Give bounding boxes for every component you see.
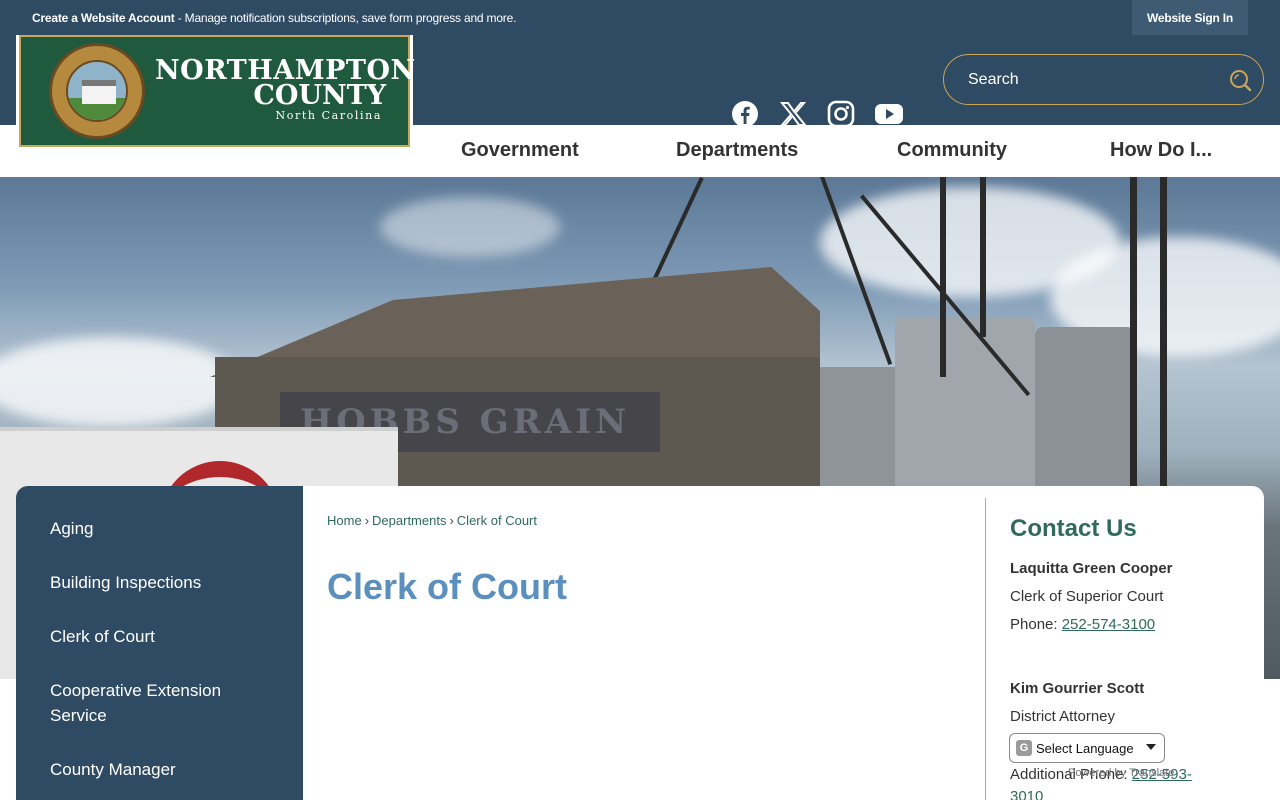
search-icon[interactable] bbox=[1228, 68, 1252, 92]
sidebar-item-clerk-of-court[interactable]: Clerk of Court bbox=[50, 624, 280, 649]
powered-by-translate: Powered by Translate bbox=[1068, 767, 1175, 779]
nav-departments[interactable]: Departments bbox=[676, 139, 798, 162]
nav-community[interactable]: Community bbox=[897, 139, 1007, 162]
content-divider bbox=[985, 498, 986, 800]
account-message: Create a Website Account - Manage notifi… bbox=[32, 11, 516, 25]
contact-us-heading: Contact Us bbox=[1010, 515, 1137, 542]
top-bar: Create a Website Account - Manage notifi… bbox=[0, 0, 1280, 36]
sidebar-item-county-manager[interactable]: County Manager bbox=[50, 757, 280, 782]
nav-government[interactable]: Government bbox=[461, 139, 579, 162]
breadcrumb-home[interactable]: Home bbox=[327, 513, 362, 528]
search-box bbox=[943, 54, 1264, 105]
breadcrumb-current[interactable]: Clerk of Court bbox=[457, 513, 537, 528]
account-message-text: - Manage notification subscriptions, sav… bbox=[174, 11, 517, 25]
contact-role: Clerk of Superior Court bbox=[1010, 588, 1164, 605]
language-select-label: Select Language bbox=[1036, 740, 1134, 756]
contact-role: District Attorney bbox=[1010, 708, 1116, 725]
sidebar-nav: Aging Building Inspections Clerk of Cour… bbox=[16, 486, 303, 800]
search-input[interactable] bbox=[968, 69, 1208, 91]
breadcrumb-separator: › bbox=[449, 513, 454, 528]
contact-name: Laquitta Green Cooper bbox=[1010, 560, 1173, 577]
chevron-down-icon bbox=[1146, 744, 1156, 750]
county-seal-icon bbox=[49, 43, 145, 139]
language-select[interactable]: G Select Language bbox=[1009, 733, 1165, 763]
nav-how-do-i[interactable]: How Do I... bbox=[1110, 139, 1212, 162]
google-translate-icon: G bbox=[1016, 740, 1032, 756]
website-sign-in-button[interactable]: Website Sign In bbox=[1132, 0, 1248, 35]
sidebar-item-aging[interactable]: Aging bbox=[50, 516, 280, 541]
logo-title-line2: COUNTY bbox=[253, 80, 386, 111]
breadcrumb-departments[interactable]: Departments bbox=[372, 513, 446, 528]
contact-phone: Phone: 252-574-3100 bbox=[1010, 616, 1155, 633]
phone-label: Phone: bbox=[1010, 616, 1062, 633]
sidebar-item-cooperative-extension[interactable]: Cooperative Extension Service bbox=[50, 678, 280, 728]
county-logo[interactable]: NORTHAMPTON COUNTY North Carolina bbox=[16, 35, 415, 150]
contact-name: Kim Gourrier Scott bbox=[1010, 680, 1145, 697]
phone-link[interactable]: 252-574-3100 bbox=[1062, 616, 1155, 633]
create-account-link[interactable]: Create a Website Account bbox=[32, 11, 175, 25]
breadcrumb: Home › Departments › Clerk of Court bbox=[327, 513, 537, 528]
sidebar-item-building-inspections[interactable]: Building Inspections bbox=[50, 570, 280, 595]
page-title: Clerk of Court bbox=[327, 566, 568, 607]
logo-subtitle: North Carolina bbox=[275, 109, 382, 122]
breadcrumb-separator: › bbox=[364, 513, 370, 528]
